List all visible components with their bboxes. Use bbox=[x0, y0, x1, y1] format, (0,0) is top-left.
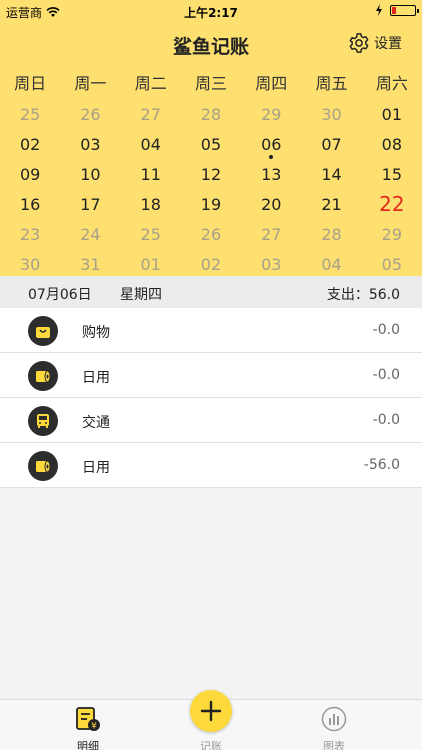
calendar-day[interactable]: 27 bbox=[241, 225, 301, 244]
list-item[interactable]: 日用 -56.0 bbox=[0, 443, 422, 488]
settings-button[interactable]: 设置 bbox=[348, 32, 402, 54]
calendar-day[interactable]: 20 bbox=[241, 195, 301, 214]
list-item[interactable]: 购物 -0.0 bbox=[0, 308, 422, 353]
calendar-day[interactable]: 04 bbox=[121, 135, 181, 154]
charging-icon bbox=[376, 4, 382, 16]
calendar-day-today[interactable]: 22 bbox=[362, 192, 422, 216]
entry-list: 购物 -0.0 日用 -0.0 交通 -0.0 日用 -56.0 bbox=[0, 308, 422, 488]
calendar-day[interactable]: 27 bbox=[121, 105, 181, 124]
calendar-grid: 25 26 27 28 29 30 01 02 03 04 05 06 07 0… bbox=[0, 99, 422, 279]
selected-weekday: 星期四 bbox=[120, 287, 162, 303]
shopping-bag-icon bbox=[28, 316, 58, 346]
calendar-week: 23 24 25 26 27 28 29 bbox=[0, 219, 422, 249]
settings-label: 设置 bbox=[374, 36, 402, 52]
calendar-day[interactable]: 29 bbox=[362, 225, 422, 244]
navigation-bar: 鲨鱼记账 设置 bbox=[0, 22, 422, 66]
tissue-roll-icon bbox=[28, 361, 58, 391]
tab-record-label: 记账 bbox=[200, 740, 222, 750]
bar-chart-icon bbox=[321, 706, 347, 732]
calendar-day[interactable]: 28 bbox=[301, 225, 361, 244]
gear-icon bbox=[349, 33, 369, 53]
calendar-day[interactable]: 16 bbox=[0, 195, 60, 214]
tissue-roll-icon bbox=[28, 451, 58, 481]
calendar-day[interactable]: 04 bbox=[301, 255, 361, 274]
calendar-day[interactable]: 25 bbox=[121, 225, 181, 244]
calendar-day[interactable]: 12 bbox=[181, 165, 241, 184]
weekday-mon: 周一 bbox=[74, 74, 107, 93]
day-expense-total: 支出：56.0 bbox=[326, 287, 400, 303]
calendar-day[interactable]: 13 bbox=[241, 165, 301, 184]
calendar-day[interactable]: 01 bbox=[362, 105, 422, 124]
calendar-day[interactable]: 21 bbox=[301, 195, 361, 214]
svg-text:¥: ¥ bbox=[91, 722, 97, 732]
calendar-day[interactable]: 23 bbox=[0, 225, 60, 244]
entry-category: 日用 bbox=[82, 370, 110, 386]
weekday-tue: 周二 bbox=[134, 74, 167, 93]
tab-detail[interactable]: ¥ 明细 bbox=[58, 706, 118, 750]
list-item[interactable]: 交通 -0.0 bbox=[0, 398, 422, 443]
entry-category: 购物 bbox=[82, 325, 110, 341]
calendar-day[interactable]: 10 bbox=[60, 165, 120, 184]
calendar-week: 16 17 18 19 20 21 22 bbox=[0, 189, 422, 219]
calendar-day[interactable]: 11 bbox=[121, 165, 181, 184]
calendar-day[interactable]: 08 bbox=[362, 135, 422, 154]
entry-amount: -0.0 bbox=[372, 367, 400, 383]
calendar-week: 09 10 11 12 13 14 15 bbox=[0, 159, 422, 189]
calendar-week: 30 31 01 02 03 04 05 bbox=[0, 249, 422, 279]
entry-category: 日用 bbox=[82, 460, 110, 476]
calendar-week: 25 26 27 28 29 30 01 bbox=[0, 99, 422, 129]
calendar-day[interactable]: 02 bbox=[181, 255, 241, 274]
add-record-button[interactable] bbox=[190, 690, 232, 732]
calendar-day[interactable]: 09 bbox=[0, 165, 60, 184]
day-summary-bar: 07月06日 星期四 支出：56.0 bbox=[0, 276, 422, 308]
status-bar: 运营商 上午2:17 bbox=[0, 0, 422, 22]
calendar-day[interactable]: 30 bbox=[301, 105, 361, 124]
calendar-day[interactable]: 29 bbox=[241, 105, 301, 124]
tab-chart[interactable]: 图表 bbox=[304, 706, 364, 750]
calendar-day-selected[interactable]: 06 bbox=[241, 134, 301, 159]
calendar-day[interactable]: 19 bbox=[181, 195, 241, 214]
weekday-header: 周日 周一 周二 周三 周四 周五 周六 bbox=[0, 70, 422, 93]
clock: 上午2:17 bbox=[184, 6, 238, 20]
selected-date: 07月06日 bbox=[28, 287, 92, 303]
calendar-day[interactable]: 31 bbox=[60, 255, 120, 274]
calendar-day[interactable]: 05 bbox=[181, 135, 241, 154]
tab-chart-label: 图表 bbox=[323, 740, 345, 750]
calendar-day[interactable]: 18 bbox=[121, 195, 181, 214]
weekday-sun: 周日 bbox=[14, 74, 47, 93]
calendar-day[interactable]: 01 bbox=[121, 255, 181, 274]
calendar-day[interactable]: 02 bbox=[0, 135, 60, 154]
calendar-day[interactable]: 30 bbox=[0, 255, 60, 274]
calendar-day[interactable]: 03 bbox=[241, 255, 301, 274]
entry-amount: -56.0 bbox=[363, 457, 400, 473]
calendar-day[interactable]: 15 bbox=[362, 165, 422, 184]
selected-day-dot bbox=[269, 154, 274, 159]
weekday-sat: 周六 bbox=[375, 74, 408, 93]
calendar-day[interactable]: 17 bbox=[60, 195, 120, 214]
calendar-week: 02 03 04 05 06 07 08 bbox=[0, 129, 422, 159]
calendar-day[interactable]: 28 bbox=[181, 105, 241, 124]
calendar-day[interactable]: 07 bbox=[301, 135, 361, 154]
tab-detail-label: 明细 bbox=[77, 740, 99, 750]
plus-icon bbox=[200, 700, 222, 722]
entry-amount: -0.0 bbox=[372, 322, 400, 338]
calendar-day-label: 06 bbox=[261, 134, 282, 154]
calendar-day[interactable]: 25 bbox=[0, 105, 60, 124]
calendar-day[interactable]: 26 bbox=[60, 105, 120, 124]
bus-icon bbox=[28, 406, 58, 436]
entry-category: 交通 bbox=[82, 415, 110, 431]
calendar-day[interactable]: 03 bbox=[60, 135, 120, 154]
battery-icon bbox=[390, 5, 419, 16]
weekday-wed: 周三 bbox=[194, 74, 227, 93]
calendar-day[interactable]: 26 bbox=[181, 225, 241, 244]
weekday-fri: 周五 bbox=[315, 74, 348, 93]
ledger-icon: ¥ bbox=[76, 707, 100, 732]
calendar-day[interactable]: 24 bbox=[60, 225, 120, 244]
entry-amount: -0.0 bbox=[372, 412, 400, 428]
calendar-day[interactable]: 05 bbox=[362, 255, 422, 274]
calendar-day[interactable]: 14 bbox=[301, 165, 361, 184]
weekday-thu: 周四 bbox=[255, 74, 288, 93]
list-item[interactable]: 日用 -0.0 bbox=[0, 353, 422, 398]
